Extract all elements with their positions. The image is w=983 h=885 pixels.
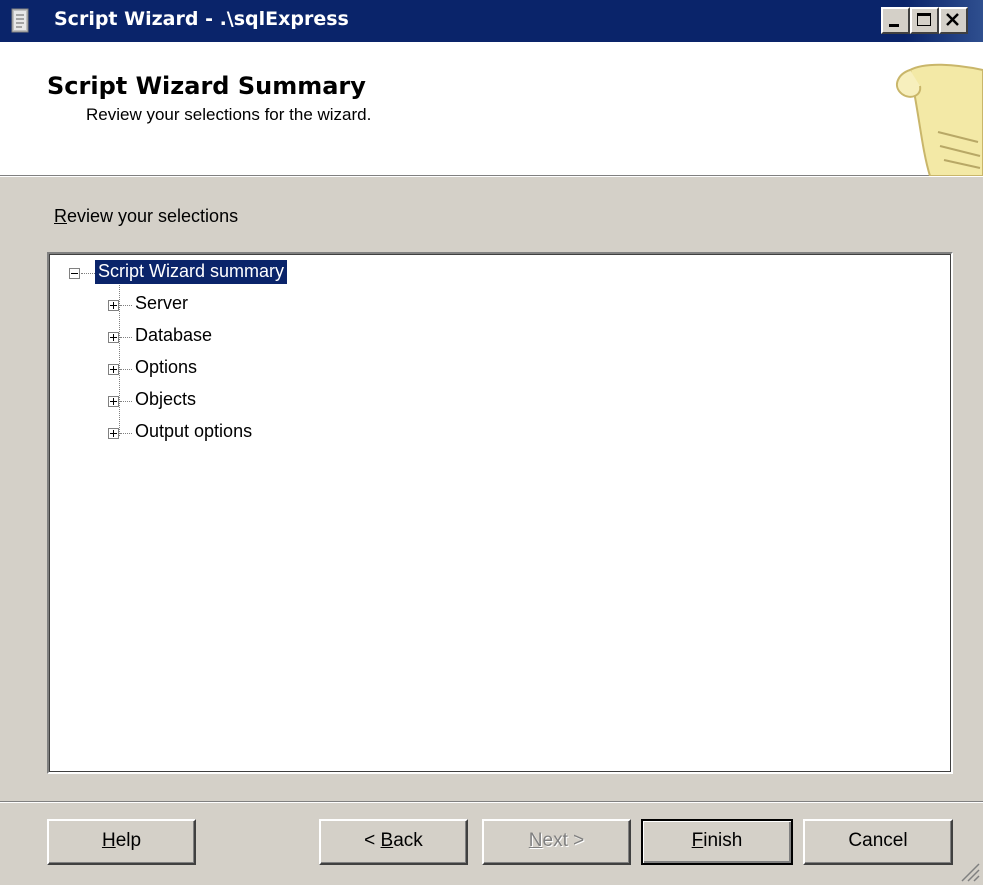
wizard-header: Script Wizard Summary Review your select… (0, 42, 983, 176)
back-button[interactable]: < Back (319, 819, 468, 865)
header-separator (0, 176, 983, 177)
review-selections-label: Review your selections (54, 206, 239, 226)
tree-label-server[interactable]: Server (132, 292, 191, 316)
scroll-icon (895, 63, 983, 176)
page-title: Script Wizard Summary (47, 72, 366, 100)
tree-connector (119, 280, 120, 436)
tree-root-label[interactable]: Script Wizard summary (95, 260, 288, 284)
maximize-icon (917, 13, 931, 26)
tree-label-objects[interactable]: Objects (132, 388, 199, 412)
maximize-button[interactable] (910, 7, 939, 34)
minimize-button[interactable] (881, 7, 910, 34)
tree-label-database[interactable]: Database (132, 324, 215, 348)
summary-tree-view[interactable]: Script Wizard summary Server Database Op… (47, 252, 953, 774)
help-button[interactable]: Help (47, 819, 196, 865)
tree-label-output-options[interactable]: Output options (132, 420, 255, 444)
document-icon[interactable] (10, 8, 32, 34)
footer-divider-highlight (0, 802, 983, 803)
expand-icon[interactable] (108, 300, 119, 311)
resize-grip-icon[interactable] (958, 860, 980, 882)
cancel-button[interactable]: Cancel (803, 819, 953, 865)
minimize-icon (889, 24, 899, 27)
close-button[interactable] (939, 7, 968, 34)
next-button[interactable]: Next > (482, 819, 631, 865)
expand-icon[interactable] (108, 396, 119, 407)
tree-label-options[interactable]: Options (132, 356, 200, 380)
collapse-icon[interactable] (69, 268, 80, 279)
close-icon (946, 13, 959, 26)
expand-icon[interactable] (108, 332, 119, 343)
expand-icon[interactable] (108, 364, 119, 375)
expand-icon[interactable] (108, 428, 119, 439)
page-subtitle: Review your selections for the wizard. (86, 105, 372, 124)
window-title: Script Wizard - .\sqlExpress (54, 8, 349, 30)
finish-button[interactable]: Finish (641, 819, 793, 865)
title-bar[interactable]: Script Wizard - .\sqlExpress (0, 0, 983, 42)
script-wizard-window: Script Wizard - .\sqlExpress Script Wiza… (0, 0, 983, 885)
